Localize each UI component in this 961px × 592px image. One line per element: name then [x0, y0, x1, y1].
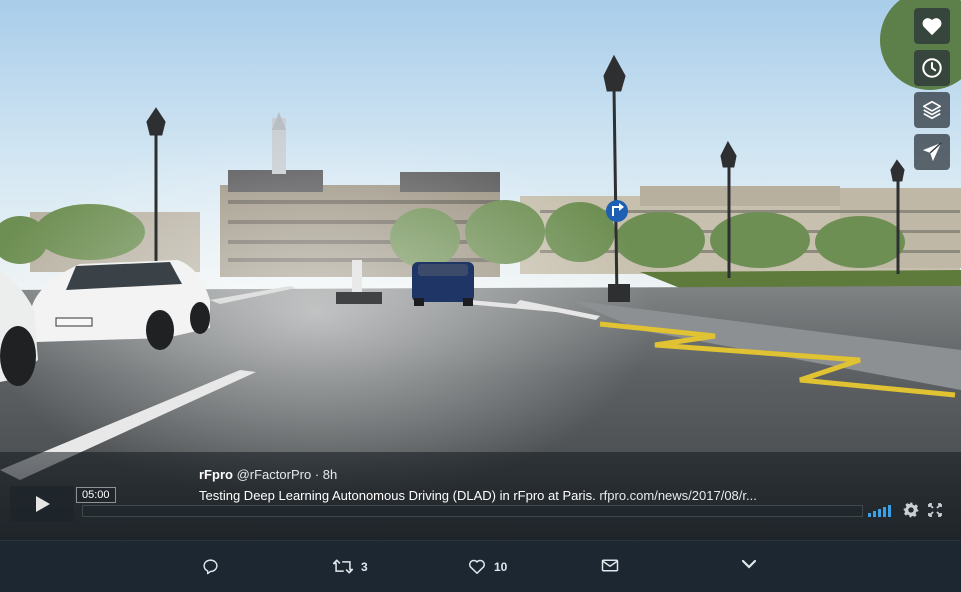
tweet-action-bar: 3 10	[0, 540, 961, 592]
send-icon	[922, 142, 942, 162]
video-controls: 05:00	[10, 484, 951, 524]
watch-later-overlay-button[interactable]	[914, 50, 950, 86]
volume-bar	[888, 505, 891, 517]
video-timecode: 05:00	[76, 487, 116, 503]
volume-bar	[883, 507, 886, 517]
direct-message-button[interactable]	[601, 558, 619, 573]
tweet-header: rFpro @rFactorPro · 8h	[199, 466, 799, 484]
like-count: 10	[494, 559, 508, 574]
share-overlay-button[interactable]	[914, 134, 950, 170]
collections-overlay-button[interactable]	[914, 92, 950, 128]
gear-icon	[903, 502, 919, 518]
tweet-author-handle[interactable]: @rFactorPro	[237, 467, 312, 482]
volume-control[interactable]	[868, 505, 891, 517]
overlay-action-stack	[914, 8, 950, 170]
more-options-button[interactable]	[741, 558, 757, 570]
envelope-icon	[601, 559, 619, 572]
like-button[interactable]: 10	[468, 558, 507, 575]
volume-bar	[868, 513, 871, 517]
progress-bar[interactable]	[82, 505, 863, 517]
tweet-timestamp[interactable]: 8h	[323, 467, 337, 482]
chevron-down-icon	[741, 559, 757, 569]
play-icon	[36, 496, 50, 512]
tweet-author-name[interactable]: rFpro	[199, 467, 233, 482]
reply-button[interactable]	[202, 558, 227, 575]
fullscreen-button[interactable]	[927, 502, 943, 523]
volume-bar	[878, 509, 881, 517]
retweet-icon	[333, 559, 353, 574]
retweet-button[interactable]: 3	[333, 558, 368, 575]
like-overlay-button[interactable]	[914, 8, 950, 44]
tweet-separator: ·	[314, 467, 320, 482]
volume-bar	[873, 511, 876, 517]
retweet-count: 3	[361, 559, 368, 574]
fullscreen-icon	[928, 503, 942, 517]
video-player[interactable]: rFpro @rFactorPro · 8h Testing Deep Lear…	[0, 0, 961, 540]
clock-icon	[922, 58, 942, 78]
reply-icon	[203, 559, 218, 575]
play-button[interactable]	[10, 486, 74, 522]
layers-icon	[922, 100, 942, 120]
settings-button[interactable]	[903, 502, 919, 523]
heart-icon	[922, 18, 942, 36]
heart-outline-icon	[469, 559, 485, 574]
